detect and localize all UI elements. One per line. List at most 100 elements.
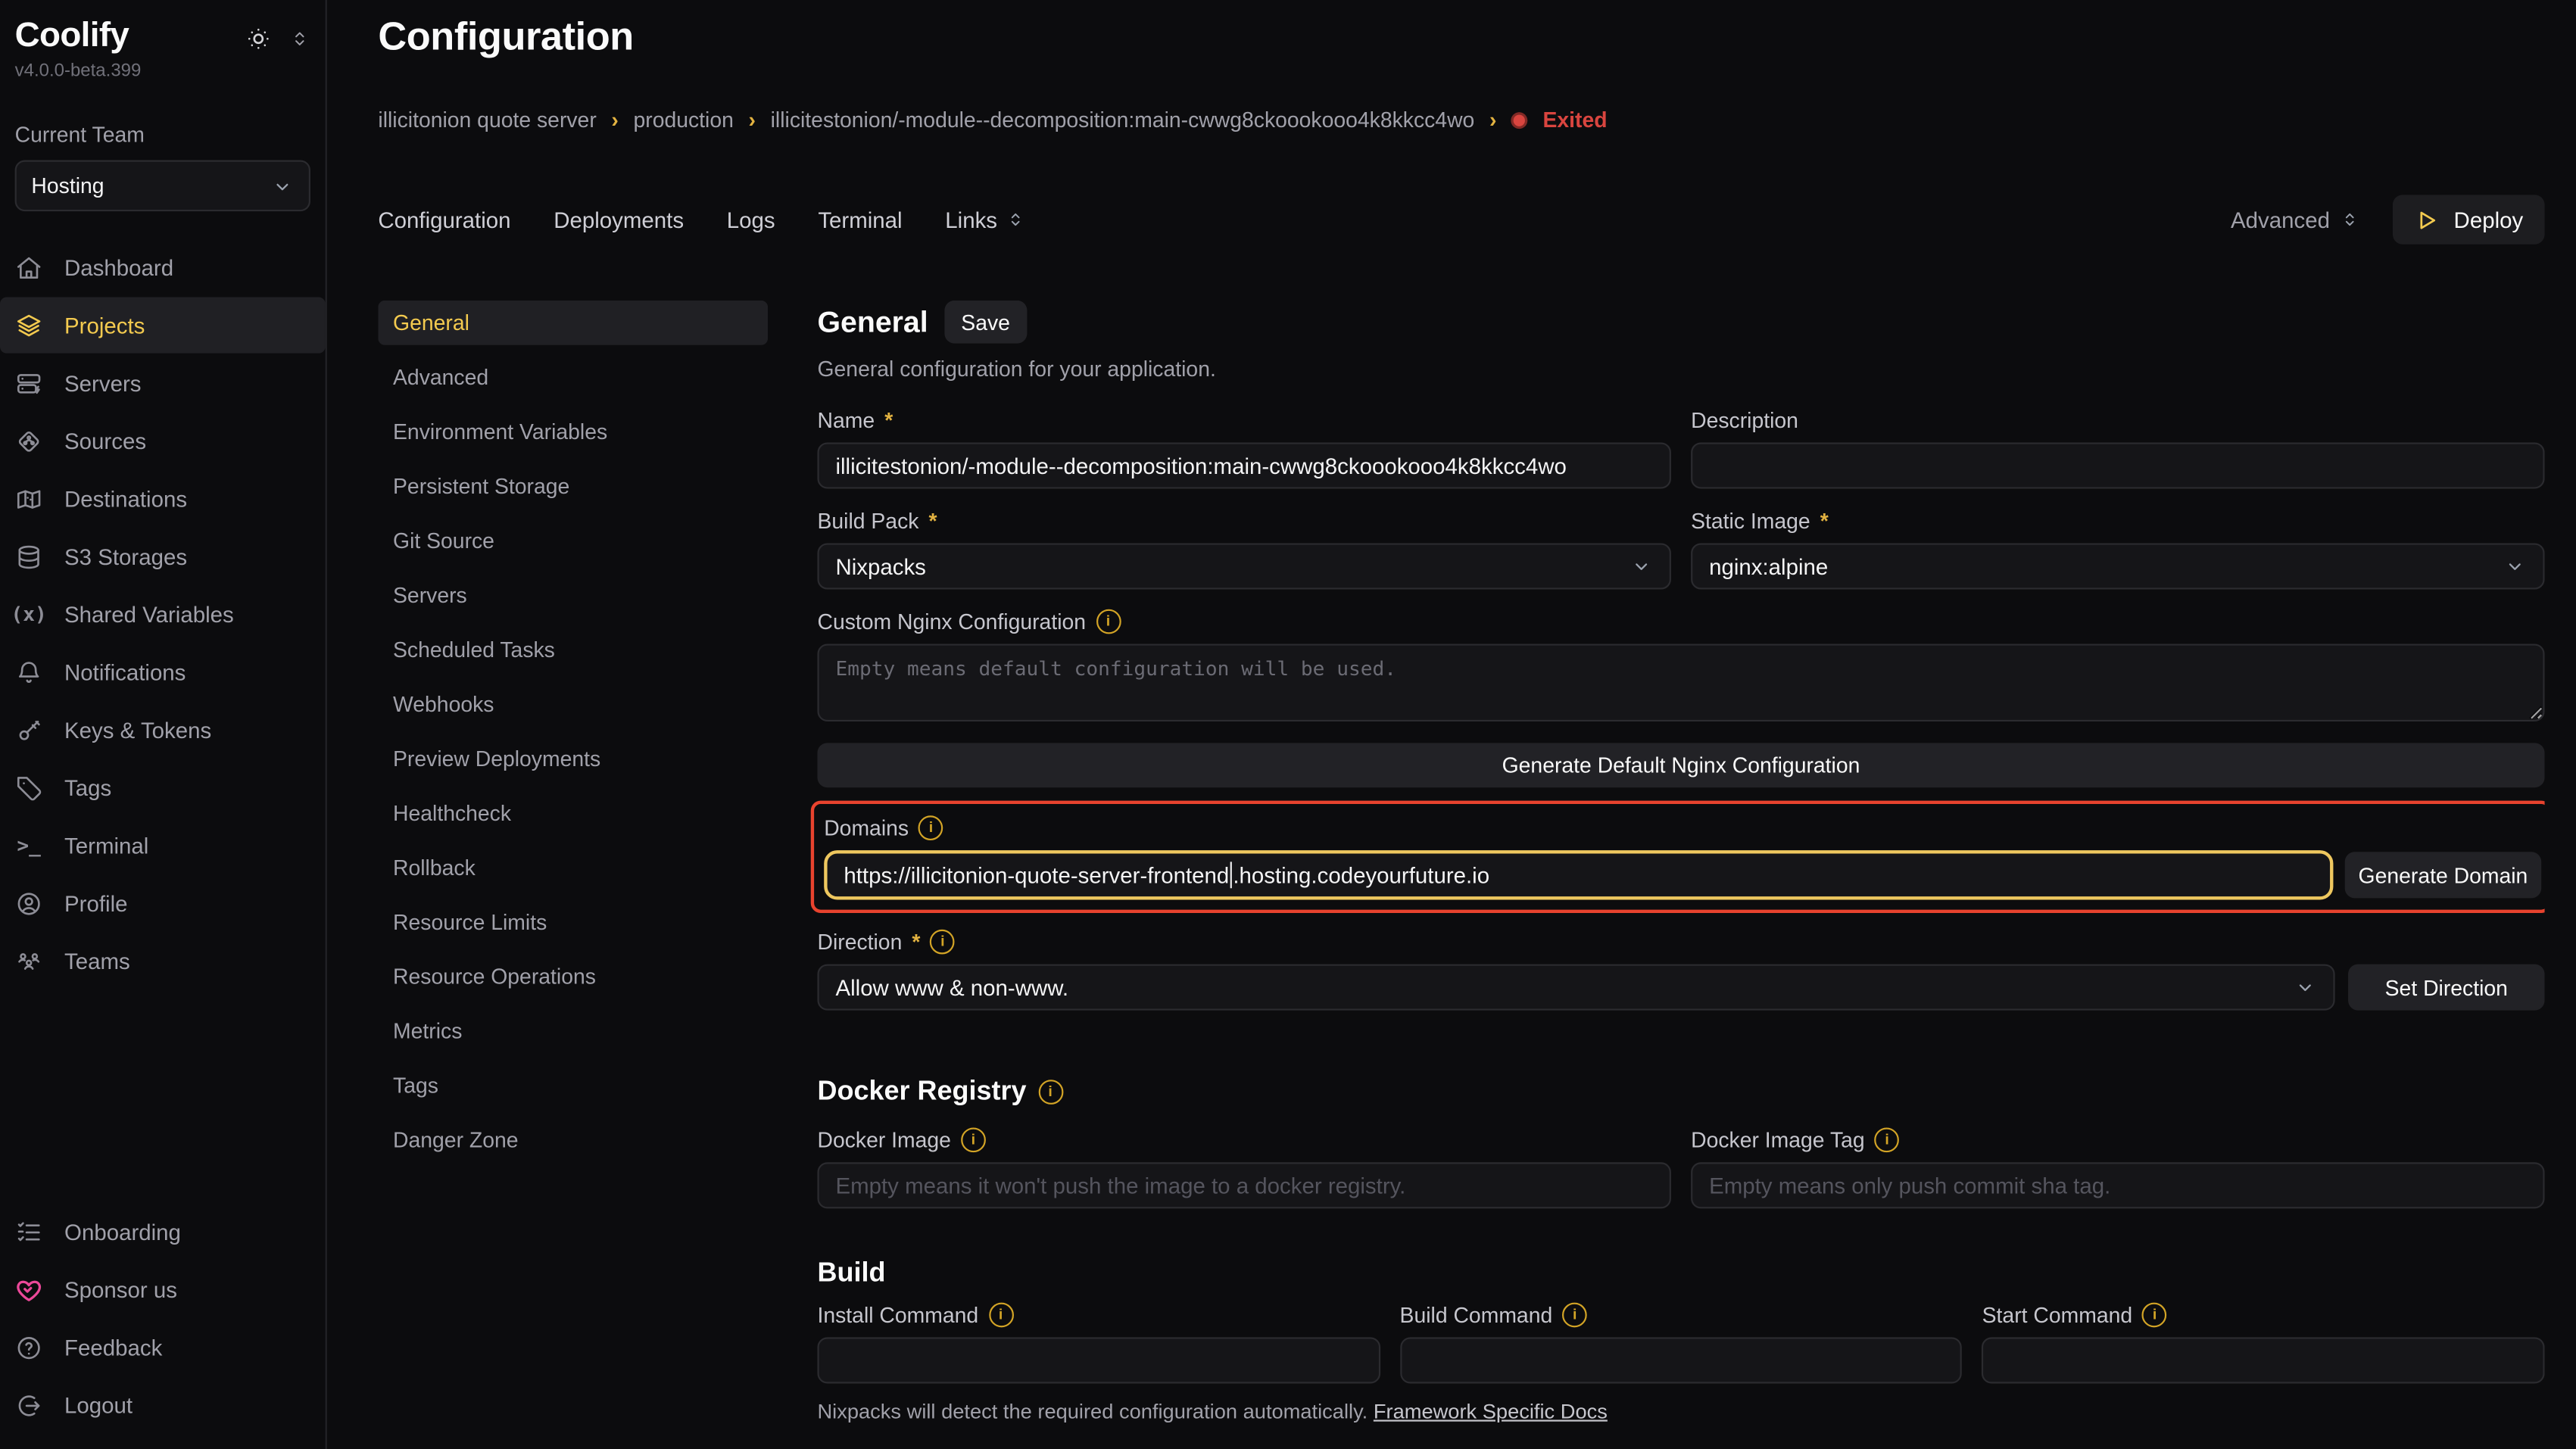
- direction-label: Direction*i: [817, 930, 2544, 955]
- tab-terminal[interactable]: Terminal: [818, 207, 902, 232]
- custom-nginx-label: Custom Nginx Configurationi: [817, 609, 2544, 634]
- subnav-item-persistent-storage[interactable]: Persistent Storage: [378, 464, 768, 509]
- tab-links-label: Links: [945, 207, 997, 232]
- sidebar-item-s3-storages[interactable]: S3 Storages: [0, 528, 326, 584]
- info-icon[interactable]: i: [988, 1303, 1013, 1328]
- coolify-app: Coolify v4.0.0-beta.399 Current Team Hos…: [0, 0, 2576, 1449]
- sidebar-item-notifications[interactable]: Notifications: [0, 644, 326, 700]
- page-title: Configuration: [378, 15, 2544, 61]
- sidebar-item-label: Dashboard: [64, 255, 173, 280]
- nixpacks-note: Nixpacks will detect the required config…: [817, 1400, 2544, 1423]
- framework-docs-link[interactable]: Framework Specific Docs: [1374, 1400, 1608, 1423]
- subnav-item-git-source[interactable]: Git Source: [378, 519, 768, 563]
- sidebar-item-sponsor-us[interactable]: Sponsor us: [0, 1263, 326, 1319]
- sidebar-item-teams[interactable]: Teams: [0, 933, 326, 989]
- sidebar-item-onboarding[interactable]: Onboarding: [0, 1204, 326, 1260]
- theme-sun-icon[interactable]: [245, 25, 273, 53]
- name-input[interactable]: [817, 443, 1670, 489]
- generate-domain-button[interactable]: Generate Domain: [2345, 852, 2542, 898]
- info-icon[interactable]: i: [961, 1128, 986, 1153]
- subnav-item-tags[interactable]: Tags: [378, 1064, 768, 1108]
- tab-links[interactable]: Links: [945, 207, 1025, 232]
- save-button[interactable]: Save: [945, 301, 1027, 344]
- breadcrumb-environment[interactable]: production: [633, 108, 733, 132]
- docker-image-input[interactable]: [817, 1162, 1670, 1208]
- sidebar-collapse-chevrons-icon[interactable]: [289, 28, 310, 49]
- section-title-general: General: [817, 305, 928, 340]
- chevron-right-icon: ›: [1489, 108, 1496, 132]
- sidebar-item-destinations[interactable]: Destinations: [0, 471, 326, 527]
- set-direction-button[interactable]: Set Direction: [2348, 964, 2545, 1011]
- description-input[interactable]: [1691, 443, 2544, 489]
- domains-input[interactable]: https://illicitonion-quote-server-fronte…: [824, 850, 2333, 899]
- subnav-item-servers[interactable]: Servers: [378, 573, 768, 618]
- subnav-item-resource-limits[interactable]: Resource Limits: [378, 900, 768, 945]
- domains-label: Domainsi: [824, 815, 2541, 840]
- key-icon: [15, 715, 43, 743]
- sidebar-item-label: Profile: [64, 891, 127, 916]
- sidebar-item-logout[interactable]: Logout: [0, 1378, 326, 1434]
- advanced-select[interactable]: Advanced: [2231, 207, 2359, 232]
- sidebar-item-servers[interactable]: Servers: [0, 355, 326, 411]
- name-label: Name*: [817, 408, 1670, 433]
- general-form: General Save General configuration for y…: [817, 301, 2544, 1449]
- custom-nginx-textarea[interactable]: [817, 644, 2544, 721]
- generate-nginx-config-button[interactable]: Generate Default Nginx Configuration: [817, 743, 2544, 788]
- main-area: Configuration illicitonion quote server …: [327, 0, 2576, 1449]
- direction-select[interactable]: Allow www & non-www.: [817, 964, 2334, 1011]
- info-icon[interactable]: i: [931, 930, 956, 955]
- play-icon: [2414, 207, 2439, 232]
- deploy-button[interactable]: Deploy: [2393, 195, 2545, 245]
- subnav-item-advanced[interactable]: Advanced: [378, 355, 768, 400]
- info-icon[interactable]: i: [918, 815, 943, 840]
- subnav-item-webhooks[interactable]: Webhooks: [378, 682, 768, 727]
- build-pack-value: Nixpacks: [835, 554, 925, 579]
- install-command-label: Install Commandi: [817, 1303, 1380, 1328]
- sidebar-item-projects[interactable]: Projects: [0, 298, 326, 354]
- profile-icon: [15, 889, 43, 917]
- info-icon[interactable]: i: [2142, 1303, 2167, 1328]
- info-icon[interactable]: i: [1096, 609, 1121, 634]
- docker-image-tag-input[interactable]: [1691, 1162, 2544, 1208]
- tab-deployments[interactable]: Deployments: [554, 207, 684, 232]
- subnav-item-rollback[interactable]: Rollback: [378, 846, 768, 890]
- sidebar-item-profile[interactable]: Profile: [0, 875, 326, 931]
- sidebar-item-label: Notifications: [64, 659, 186, 684]
- subnav-item-scheduled-tasks[interactable]: Scheduled Tasks: [378, 628, 768, 672]
- sidebar-item-keys-tokens[interactable]: Keys & Tokens: [0, 702, 326, 758]
- subnav-item-preview-deployments[interactable]: Preview Deployments: [378, 737, 768, 781]
- app-logo[interactable]: Coolify: [15, 17, 129, 56]
- subnav-item-resource-operations[interactable]: Resource Operations: [378, 955, 768, 999]
- subnav-item-general[interactable]: General: [378, 301, 768, 345]
- tab-configuration[interactable]: Configuration: [378, 207, 510, 232]
- breadcrumb-project[interactable]: illicitonion quote server: [378, 108, 596, 132]
- subnav-item-danger-zone[interactable]: Danger Zone: [378, 1118, 768, 1163]
- info-icon[interactable]: i: [1038, 1080, 1063, 1105]
- info-icon[interactable]: i: [1875, 1128, 1900, 1153]
- sidebar-item-feedback[interactable]: Feedback: [0, 1320, 326, 1376]
- build-pack-select[interactable]: Nixpacks: [817, 544, 1670, 590]
- info-icon[interactable]: i: [1562, 1303, 1587, 1328]
- bell-icon: [15, 658, 43, 686]
- breadcrumb-application[interactable]: illicitestonion/-module--decomposition:m…: [771, 108, 1475, 132]
- sidebar-item-shared-variables[interactable]: (x) Shared Variables: [0, 586, 326, 642]
- sidebar-item-label: Destinations: [64, 486, 187, 511]
- start-command-input[interactable]: [1982, 1338, 2545, 1384]
- help-icon: [15, 1334, 43, 1362]
- sidebar-item-terminal[interactable]: >_ Terminal: [0, 817, 326, 873]
- team-select[interactable]: Hosting: [15, 160, 310, 212]
- layers-icon: [15, 311, 43, 339]
- build-command-input[interactable]: [1400, 1338, 1963, 1384]
- sidebar-item-dashboard[interactable]: Dashboard: [0, 239, 326, 295]
- tab-logs[interactable]: Logs: [727, 207, 775, 232]
- subnav-item-metrics[interactable]: Metrics: [378, 1009, 768, 1054]
- home-icon: [15, 254, 43, 282]
- static-image-select[interactable]: nginx:alpine: [1691, 544, 2544, 590]
- sidebar-item-tags[interactable]: Tags: [0, 759, 326, 815]
- subnav-item-healthcheck[interactable]: Healthcheck: [378, 791, 768, 836]
- subnav-item-environment-variables[interactable]: Environment Variables: [378, 410, 768, 454]
- chevron-down-icon: [271, 174, 295, 198]
- chevrons-up-down-icon: [2340, 210, 2359, 229]
- sidebar-item-sources[interactable]: Sources: [0, 413, 326, 469]
- install-command-input[interactable]: [817, 1338, 1380, 1384]
